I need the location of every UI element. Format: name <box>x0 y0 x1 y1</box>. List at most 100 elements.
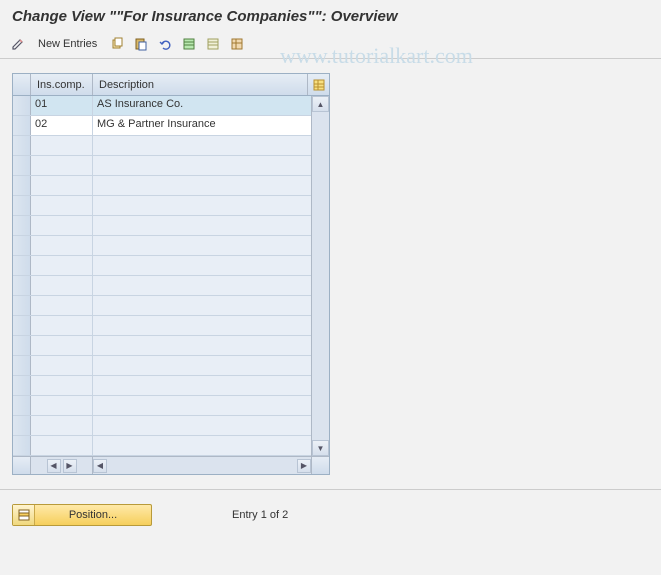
new-entries-button[interactable]: New Entries <box>32 36 103 52</box>
row-selector[interactable] <box>13 316 31 335</box>
table-row[interactable] <box>13 396 311 416</box>
table-row[interactable] <box>13 276 311 296</box>
scroll-down-icon[interactable]: ▼ <box>312 440 329 456</box>
ins-cell[interactable] <box>31 396 93 415</box>
scroll-left-icon[interactable]: ◀ <box>47 459 61 473</box>
desc-cell[interactable] <box>93 236 311 255</box>
ins-cell[interactable] <box>31 136 93 155</box>
desc-cell[interactable] <box>93 256 311 275</box>
ins-cell[interactable] <box>31 376 93 395</box>
row-selector[interactable] <box>13 256 31 275</box>
row-selector[interactable] <box>13 276 31 295</box>
row-selector[interactable] <box>13 396 31 415</box>
row-selector[interactable] <box>13 236 31 255</box>
ins-cell[interactable] <box>31 256 93 275</box>
edit-icon[interactable] <box>8 34 28 54</box>
column-header-ins[interactable]: Ins.comp. <box>31 74 93 95</box>
desc-cell[interactable] <box>93 316 311 335</box>
ins-cell[interactable] <box>31 196 93 215</box>
position-button[interactable]: Position... <box>12 504 152 526</box>
copy-icon[interactable] <box>107 34 127 54</box>
scrollbar-track[interactable] <box>109 459 295 473</box>
row-selector[interactable] <box>13 336 31 355</box>
desc-cell[interactable] <box>93 276 311 295</box>
table-config-icon[interactable] <box>307 74 329 95</box>
desc-cell[interactable] <box>93 336 311 355</box>
scroll-right-icon[interactable]: ▶ <box>63 459 77 473</box>
ins-cell[interactable] <box>31 236 93 255</box>
vertical-scrollbar[interactable]: ▲ ▼ <box>311 96 329 456</box>
scroll-up-icon[interactable]: ▲ <box>312 96 329 112</box>
desc-cell[interactable] <box>93 156 311 175</box>
desc-cell[interactable] <box>93 416 311 435</box>
ins-cell[interactable] <box>31 336 93 355</box>
ins-cell[interactable]: 01 <box>31 96 93 115</box>
desc-cell[interactable] <box>93 436 311 455</box>
table-row[interactable] <box>13 316 311 336</box>
row-selector[interactable] <box>13 156 31 175</box>
row-selector[interactable] <box>13 296 31 315</box>
ins-cell[interactable] <box>31 156 93 175</box>
table-row[interactable] <box>13 416 311 436</box>
hsb-desc-group[interactable]: ◀ ▶ <box>93 457 311 474</box>
desc-cell[interactable] <box>93 216 311 235</box>
row-selector[interactable] <box>13 136 31 155</box>
row-selector[interactable] <box>13 176 31 195</box>
ins-cell[interactable] <box>31 296 93 315</box>
row-selector[interactable] <box>13 116 31 135</box>
row-selector[interactable] <box>13 96 31 115</box>
row-selector[interactable] <box>13 376 31 395</box>
desc-cell[interactable]: AS Insurance Co. <box>93 96 311 115</box>
desc-cell[interactable] <box>93 376 311 395</box>
row-selector[interactable] <box>13 416 31 435</box>
ins-cell[interactable] <box>31 356 93 375</box>
scroll-right-icon[interactable]: ▶ <box>297 459 311 473</box>
desc-cell[interactable] <box>93 196 311 215</box>
column-header-desc[interactable]: Description <box>93 74 307 95</box>
desc-cell[interactable] <box>93 136 311 155</box>
paste-icon[interactable] <box>131 34 151 54</box>
ins-cell[interactable] <box>31 216 93 235</box>
ins-cell[interactable] <box>31 276 93 295</box>
desc-cell[interactable] <box>93 176 311 195</box>
table-row[interactable] <box>13 236 311 256</box>
row-selector[interactable] <box>13 356 31 375</box>
row-selector[interactable] <box>13 196 31 215</box>
table-settings-icon[interactable] <box>227 34 247 54</box>
table-row[interactable] <box>13 156 311 176</box>
table-row[interactable] <box>13 196 311 216</box>
table-row[interactable] <box>13 256 311 276</box>
desc-cell[interactable] <box>93 296 311 315</box>
table-row[interactable] <box>13 356 311 376</box>
row-selector[interactable] <box>13 436 31 455</box>
table-row[interactable] <box>13 136 311 156</box>
table-row[interactable] <box>13 176 311 196</box>
ins-cell[interactable]: 02 <box>31 116 93 135</box>
desc-cell[interactable] <box>93 356 311 375</box>
select-all-icon[interactable] <box>179 34 199 54</box>
ins-cell[interactable] <box>31 176 93 195</box>
select-all-column-header[interactable] <box>13 74 31 95</box>
table-row[interactable]: 02MG & Partner Insurance <box>13 116 311 136</box>
table-row[interactable] <box>13 436 311 456</box>
table-row[interactable] <box>13 216 311 236</box>
position-label: Position... <box>35 509 151 521</box>
table-row[interactable] <box>13 296 311 316</box>
scrollbar-track[interactable] <box>312 112 329 440</box>
deselect-all-icon[interactable] <box>203 34 223 54</box>
ins-cell[interactable] <box>31 316 93 335</box>
entry-status: Entry 1 of 2 <box>232 509 288 521</box>
ins-cell[interactable] <box>31 416 93 435</box>
table-row[interactable] <box>13 336 311 356</box>
row-selector[interactable] <box>13 216 31 235</box>
desc-cell[interactable] <box>93 396 311 415</box>
ins-cell[interactable] <box>31 436 93 455</box>
table-row[interactable] <box>13 376 311 396</box>
table-header: Ins.comp. Description <box>13 74 329 96</box>
hsb-corner-right <box>311 457 329 474</box>
table-row[interactable]: 01AS Insurance Co. <box>13 96 311 116</box>
scroll-left-icon[interactable]: ◀ <box>93 459 107 473</box>
hsb-ins-group[interactable]: ◀ ▶ <box>31 457 93 474</box>
undo-icon[interactable] <box>155 34 175 54</box>
desc-cell[interactable]: MG & Partner Insurance <box>93 116 311 135</box>
